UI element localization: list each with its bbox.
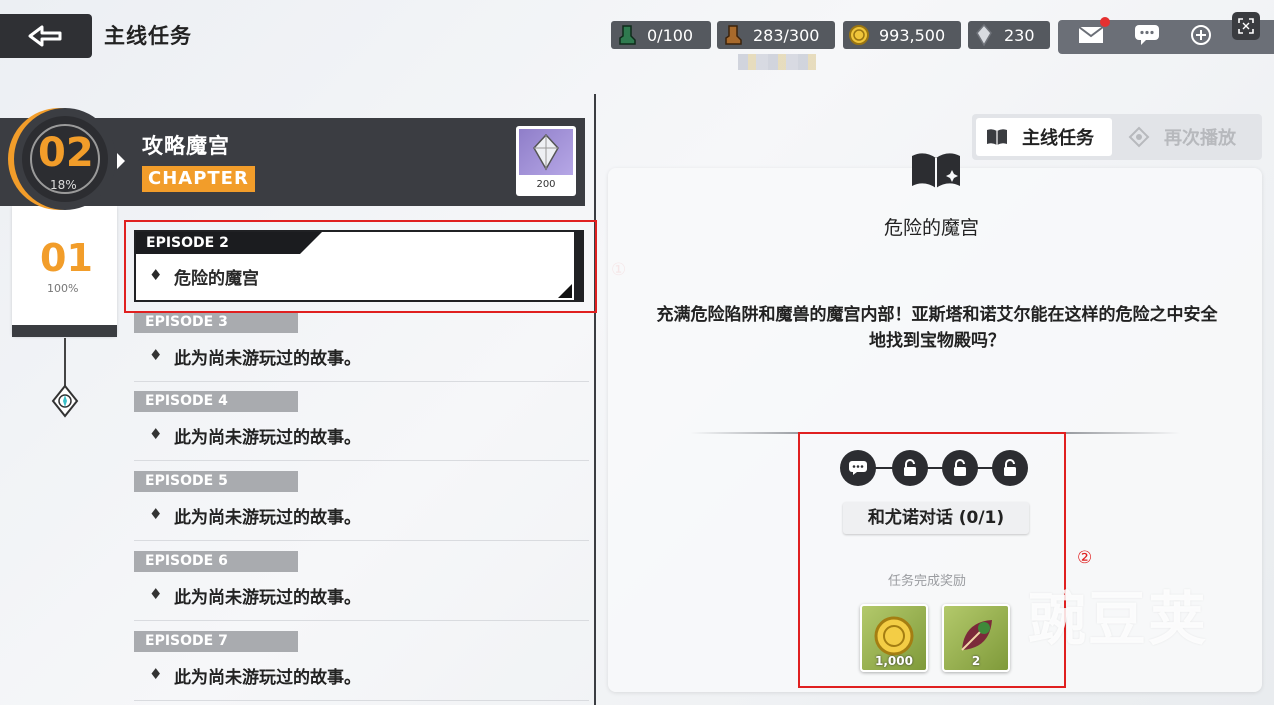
chevron-right-icon [117,153,125,169]
progress-card-base [12,325,117,337]
quest-title: 危险的魔宫 [884,217,980,239]
brown-boot-icon [721,23,745,47]
screenshot-button[interactable] [1232,12,1260,40]
tab-main-quest[interactable]: 主线任务 [976,118,1112,156]
episode-tag: EPISODE 5 [134,471,298,492]
column-divider [594,94,596,705]
episode-item[interactable]: EPISODE 6 ♦ 此为尚未游玩过的故事。 [134,551,589,621]
resource-gold[interactable]: 993,500 [843,21,961,49]
diamond-icon: ♦ [149,505,163,523]
diamond-icon: ♦ [149,346,163,364]
episode-title: 此为尚未游玩过的故事。 [174,428,361,448]
episode-tag: EPISODE 7 [134,631,298,652]
book-icon [987,129,1007,145]
tab-label: 再次播放 [1164,128,1236,149]
crystal-icon [972,23,996,47]
chapter-name: 攻略魔宫 [142,134,230,158]
open-book-icon [912,153,960,188]
episode-item[interactable]: EPISODE 5 ♦ 此为尚未游玩过的故事。 [134,471,589,541]
compass-ornament-icon [51,384,79,418]
resource-stamina-brown[interactable]: 283/300 [717,21,835,49]
diamond-icon: ♦ [149,425,163,443]
screenshot-icon [1238,18,1254,34]
add-friend-icon[interactable] [1190,24,1212,50]
resource-value: 993,500 [879,25,946,45]
resource-value: 0/100 [647,25,694,45]
episode-title: 此为尚未游玩过的故事。 [174,668,361,688]
tab-replay[interactable]: 再次播放 [1128,124,1236,150]
back-button[interactable] [0,14,92,58]
episode-title: 此为尚未游玩过的故事。 [174,588,361,608]
episode-tag: EPISODE 3 [134,312,298,333]
chapter-tag: CHAPTER [142,166,255,192]
progress-chain [64,338,66,388]
diamond-icon: ♦ [149,665,163,683]
chapter-reward[interactable]: 200 [516,126,576,196]
green-boot-icon [615,23,639,47]
chapter-number: 02 [38,130,94,176]
episode-title: 此为尚未游玩过的故事。 [174,508,361,528]
resource-value: 283/300 [753,25,820,45]
episode-tag: EPISODE 4 [134,391,298,412]
episode-title: 此为尚未游玩过的故事。 [174,349,361,369]
annotation-box-2 [798,432,1066,688]
resource-crystal[interactable]: 230 [968,21,1050,49]
annotation-box-1 [124,220,597,313]
replay-icon [1128,126,1150,148]
episode-progress-number: 01 [40,236,93,280]
episode-progress-percent: 100% [47,282,79,295]
notification-dot-icon [1100,17,1110,27]
chat-icon[interactable] [1134,24,1160,50]
page-title: 主线任务 [104,24,192,48]
quest-description: 充满危险陷阱和魔兽的魔宫内部！亚斯塔和诺艾尔能在这样的危险之中安全地找到宝物殿吗… [656,305,1218,351]
mail-icon[interactable] [1078,17,1110,49]
tab-label: 主线任务 [1022,128,1094,149]
back-arrow-icon [28,25,62,47]
watermark-text: 豌豆荚 [1028,585,1209,653]
crystal-icon [533,133,559,171]
resource-value: 230 [1004,25,1035,45]
chapter-percent: 18% [50,178,77,192]
blurred-area [738,54,816,70]
episode-item[interactable]: EPISODE 4 ♦ 此为尚未游玩过的故事。 [134,391,589,461]
reward-count: 200 [536,179,556,190]
episode-item[interactable]: EPISODE 3 ♦ 此为尚未游玩过的故事。 [134,312,589,382]
diamond-icon: ♦ [149,585,163,603]
gold-coin-icon [847,23,871,47]
resource-stamina-green[interactable]: 0/100 [611,21,711,49]
episode-tag: EPISODE 6 [134,551,298,572]
annotation-marker-2: ② [1077,548,1093,568]
episode-item[interactable]: EPISODE 7 ♦ 此为尚未游玩过的故事。 [134,631,589,701]
